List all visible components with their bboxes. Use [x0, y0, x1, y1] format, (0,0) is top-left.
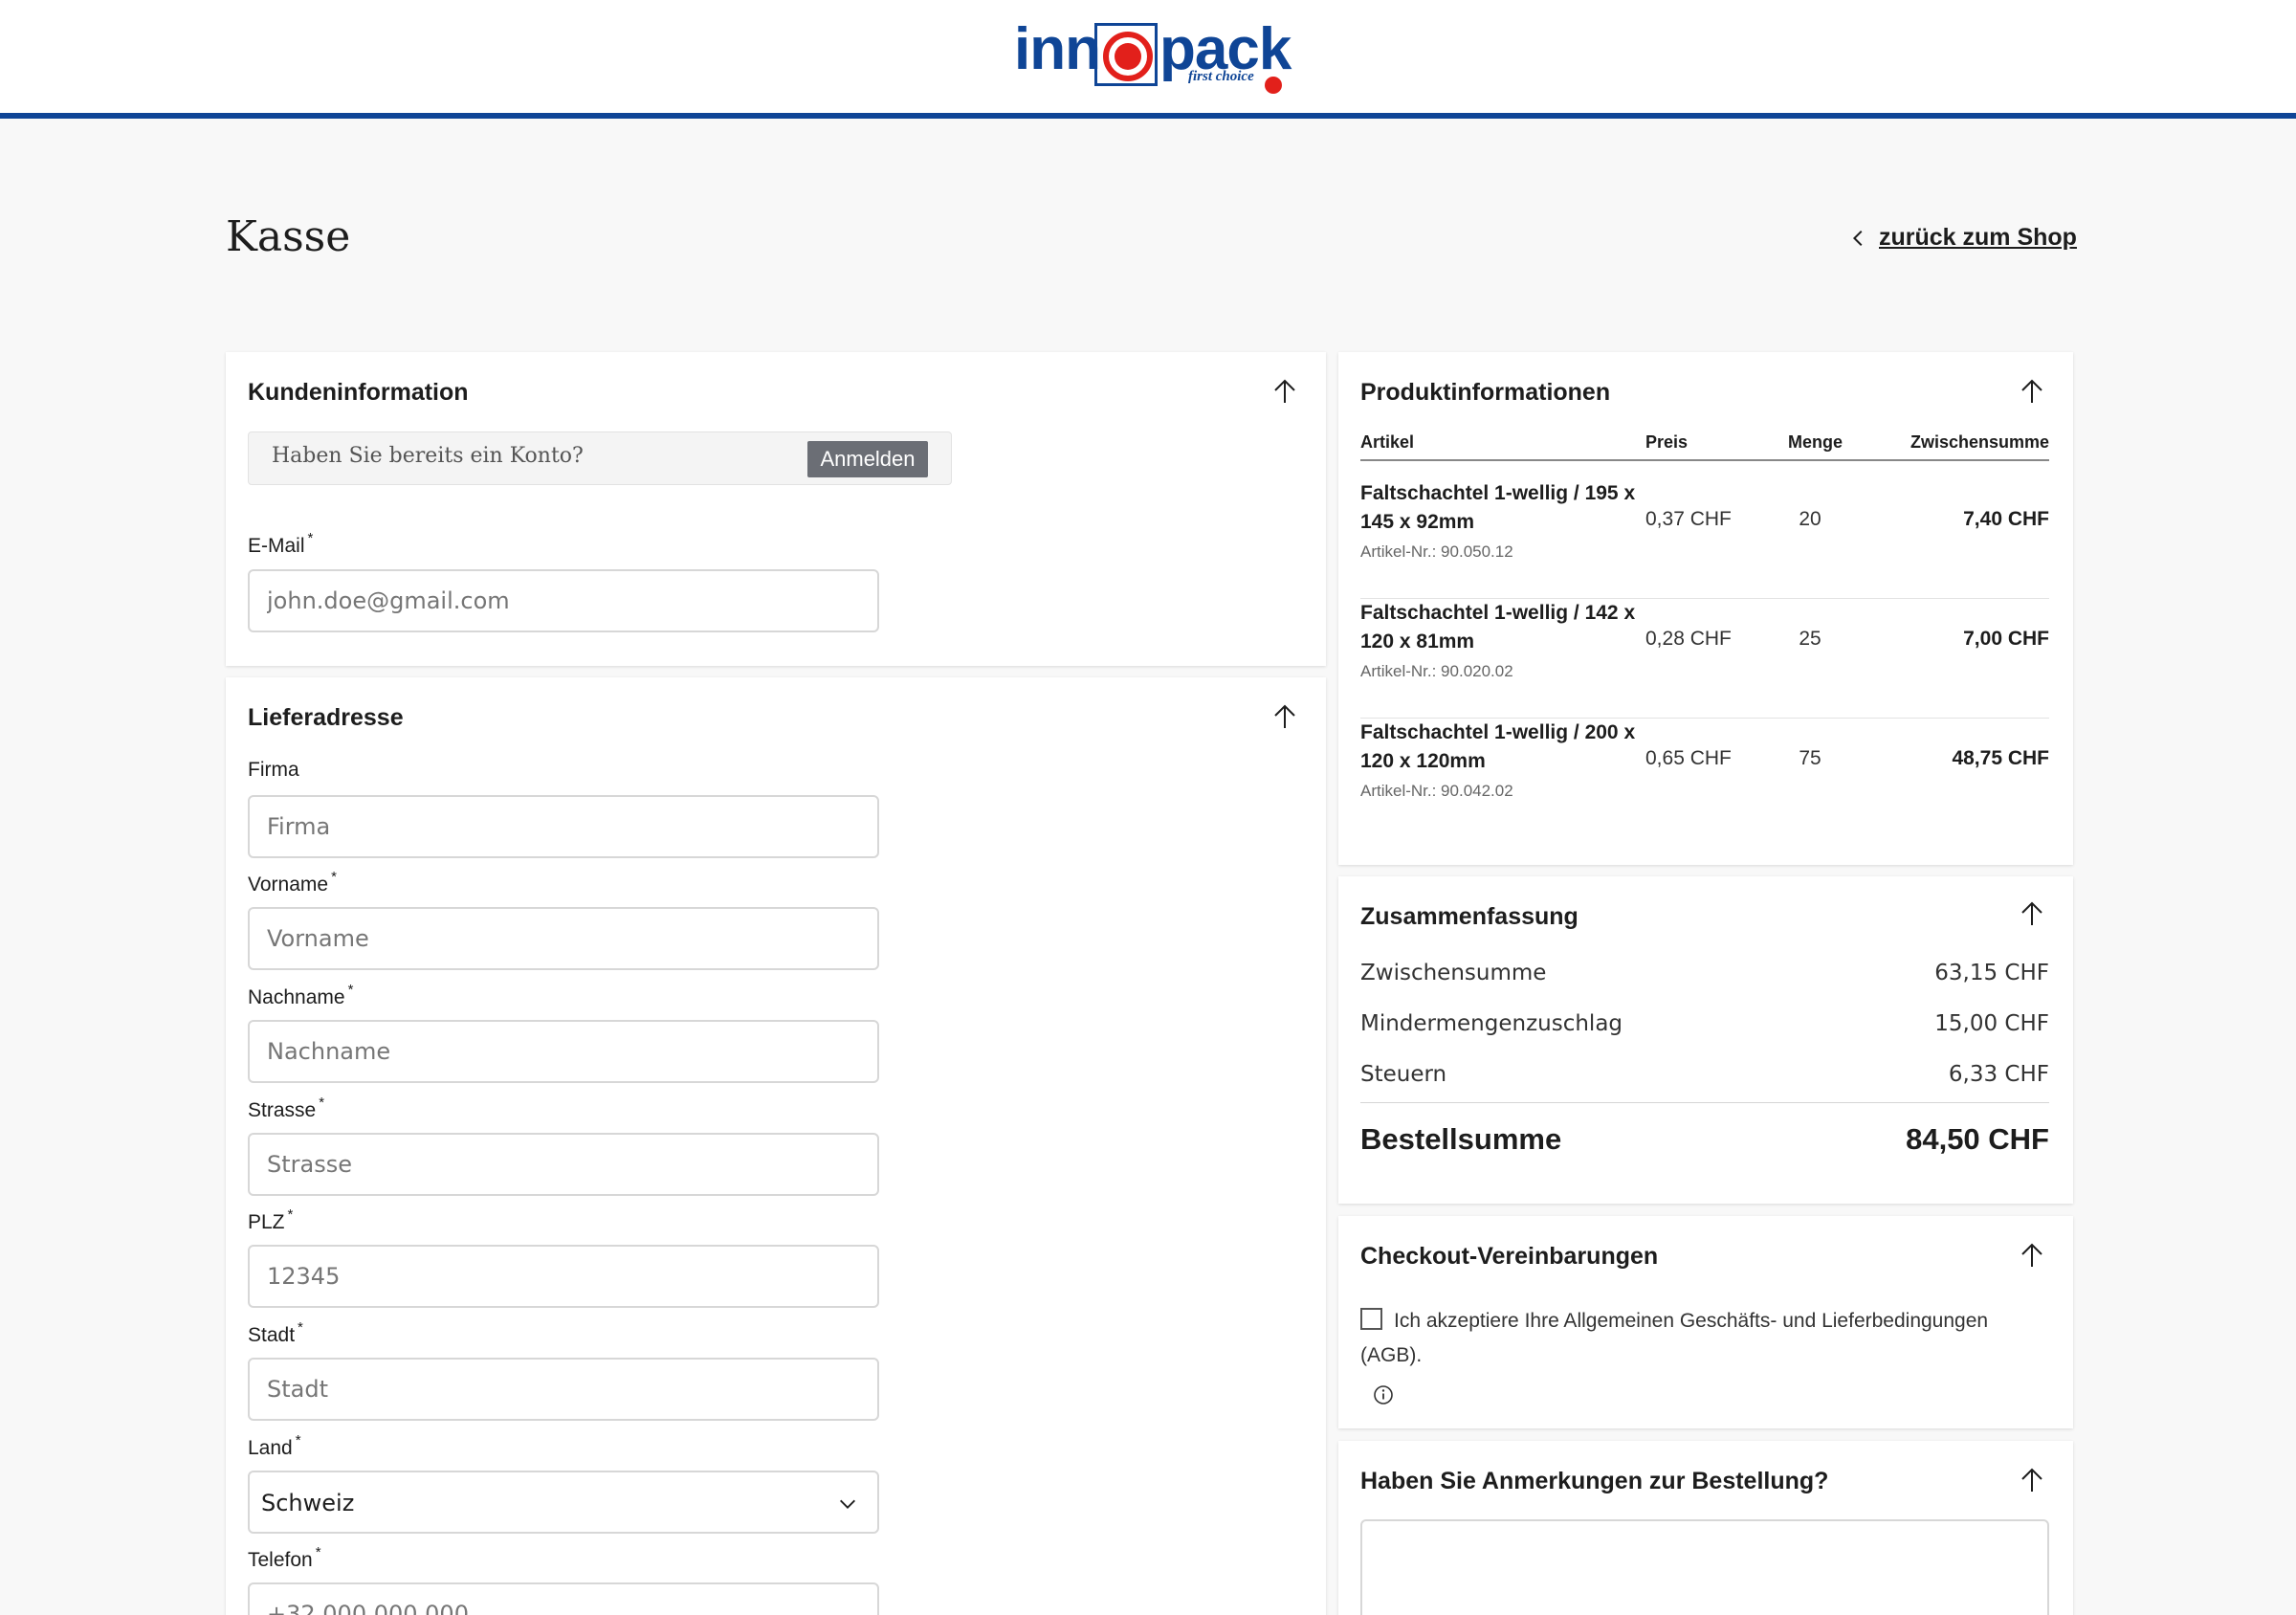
arrow-up-icon	[2021, 901, 2042, 925]
product-price: 0,28 CHF	[1645, 628, 1732, 650]
surcharge-value: 15,00 CHF	[1934, 1011, 2049, 1036]
info-icon[interactable]	[1373, 1384, 1394, 1405]
order-notes-textarea[interactable]	[1360, 1519, 2049, 1615]
logo-ring-icon	[1094, 23, 1158, 86]
phone-field[interactable]	[248, 1582, 879, 1615]
column-subtotal: Zwischensumme	[1910, 432, 2049, 452]
zip-label: PLZ *	[248, 1206, 294, 1233]
checkout-terms-title: Checkout-Vereinbarungen	[1360, 1243, 1659, 1270]
arrow-up-icon	[1274, 379, 1295, 403]
country-select[interactable]: Schweiz	[248, 1471, 879, 1534]
site-header: inn pack first choice	[0, 0, 2296, 119]
logo-tagline: first choice	[1188, 69, 1254, 84]
tax-label: Steuern	[1360, 1062, 1447, 1087]
firstname-field[interactable]	[248, 907, 879, 970]
country-value: Schweiz	[261, 1490, 355, 1516]
arrow-up-icon	[1274, 704, 1295, 728]
arrow-up-icon	[2021, 1468, 2042, 1492]
order-summary-card: Zusammenfassung Zwischensumme 63,15 CHF …	[1338, 876, 2073, 1204]
product-total: 48,75 CHF	[1952, 747, 2049, 769]
column-price: Preis	[1645, 432, 1689, 452]
chevron-down-icon	[840, 1499, 855, 1509]
delivery-address-title: Lieferadresse	[248, 704, 404, 731]
tax-value: 6,33 CHF	[1948, 1062, 2049, 1087]
agb-text: Ich akzeptiere Ihre Allgemeinen Geschäft…	[1360, 1310, 1989, 1366]
product-qty: 20	[1799, 508, 1821, 530]
collapse-address-button[interactable]	[1270, 702, 1299, 731]
order-total-value: 84,50 CHF	[1906, 1122, 2049, 1156]
subtotal-value: 63,15 CHF	[1934, 961, 2049, 985]
login-question: Haben Sie bereits ein Konto?	[272, 444, 584, 468]
page-title: Kasse	[226, 212, 351, 261]
firstname-label: Vorname *	[248, 869, 337, 896]
product-total: 7,00 CHF	[1963, 628, 2049, 650]
table-row: Faltschachtel 1-wellig / 195 x 145 x 92m…	[1360, 479, 2049, 599]
order-notes-title: Haben Sie Anmerkungen zur Bestellung?	[1360, 1468, 1829, 1494]
company-label: Firma	[248, 759, 299, 781]
customer-info-card: Kundeninformation Haben Sie bereits ein …	[226, 352, 1326, 666]
product-info-title: Produktinformationen	[1360, 379, 1611, 406]
product-price: 0,65 CHF	[1645, 747, 1732, 769]
login-button[interactable]: Anmelden	[807, 441, 928, 477]
innopack-logo[interactable]: inn pack first choice	[1010, 15, 1292, 101]
city-field[interactable]	[248, 1358, 879, 1421]
login-prompt: Haben Sie bereits ein Konto? Anmelden	[248, 431, 952, 485]
email-label: E-Mail *	[248, 530, 314, 557]
collapse-summary-button[interactable]	[2018, 899, 2046, 928]
table-header-divider	[1360, 459, 2049, 461]
back-to-shop-link[interactable]: zurück zum Shop	[1848, 224, 2077, 252]
surcharge-label: Mindermengenzuschlag	[1360, 1011, 1623, 1036]
table-row: Faltschachtel 1-wellig / 200 x 120 x 120…	[1360, 719, 2049, 838]
summary-divider	[1360, 1102, 2049, 1103]
back-to-shop-label: zurück zum Shop	[1879, 224, 2077, 251]
street-field[interactable]	[248, 1133, 879, 1196]
lastname-label: Nachname *	[248, 982, 354, 1008]
street-label: Strasse *	[248, 1095, 325, 1121]
company-field[interactable]	[248, 795, 879, 858]
product-qty: 25	[1799, 628, 1821, 650]
phone-label: Telefon *	[248, 1544, 321, 1571]
country-label: Land *	[248, 1432, 301, 1459]
zip-field[interactable]	[248, 1245, 879, 1308]
product-info-card: Produktinformationen Artikel Preis Menge…	[1338, 352, 2073, 865]
product-qty: 75	[1799, 747, 1821, 769]
checkout-terms-card: Checkout-Vereinbarungen Ich akzeptiere I…	[1338, 1216, 2073, 1428]
arrow-up-icon	[2021, 1243, 2042, 1267]
product-name: Faltschachtel 1-wellig / 200 x 120 x 120…	[1360, 721, 1636, 772]
order-summary-title: Zusammenfassung	[1360, 903, 1578, 930]
product-sku: Artikel-Nr.: 90.020.02	[1360, 662, 1513, 680]
lastname-field[interactable]	[248, 1020, 879, 1083]
collapse-terms-button[interactable]	[2018, 1241, 2046, 1270]
email-field[interactable]	[248, 569, 879, 632]
collapse-products-button[interactable]	[2018, 377, 2046, 406]
product-name: Faltschachtel 1-wellig / 142 x 120 x 81m…	[1360, 602, 1636, 653]
logo-text-left: inn	[1014, 16, 1101, 82]
delivery-address-card: Lieferadresse Firma Vorname* Nachname* S…	[226, 677, 1326, 1615]
logo-dot-icon	[1265, 77, 1282, 94]
table-row: Faltschachtel 1-wellig / 142 x 120 x 81m…	[1360, 599, 2049, 719]
product-sku: Artikel-Nr.: 90.050.12	[1360, 542, 1513, 561]
subtotal-label: Zwischensumme	[1360, 961, 1547, 985]
product-price: 0,37 CHF	[1645, 508, 1732, 530]
product-name: Faltschachtel 1-wellig / 195 x 145 x 92m…	[1360, 482, 1636, 533]
order-total-label: Bestellsumme	[1360, 1122, 1562, 1156]
arrow-up-icon	[2021, 379, 2042, 403]
column-qty: Menge	[1788, 432, 1843, 452]
collapse-notes-button[interactable]	[2018, 1466, 2046, 1494]
column-article: Artikel	[1360, 432, 1415, 452]
city-label: Stadt *	[248, 1319, 303, 1346]
collapse-customer-button[interactable]	[1270, 377, 1299, 406]
product-total: 7,40 CHF	[1963, 508, 2049, 530]
product-sku: Artikel-Nr.: 90.042.02	[1360, 782, 1513, 800]
customer-info-title: Kundeninformation	[248, 379, 469, 406]
chevron-left-icon	[1852, 230, 1863, 246]
order-notes-card: Haben Sie Anmerkungen zur Bestellung?	[1338, 1441, 2073, 1615]
